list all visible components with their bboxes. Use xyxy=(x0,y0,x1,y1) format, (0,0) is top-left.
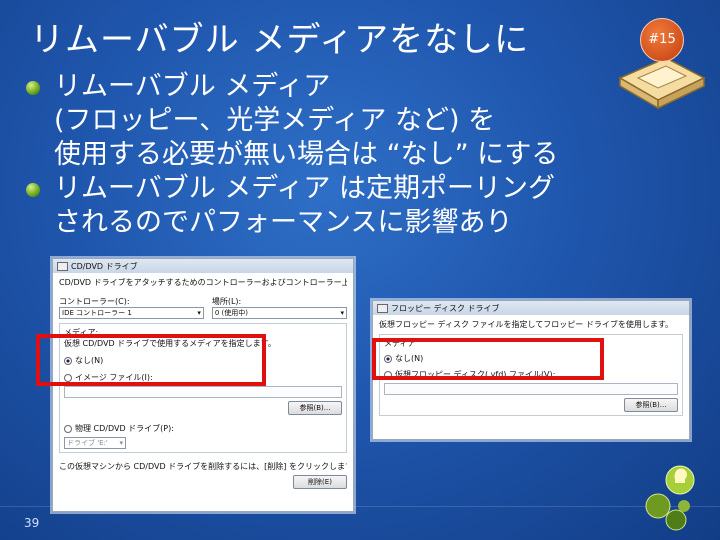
bullet-dot-icon xyxy=(26,183,40,197)
option-physical-radio[interactable]: 物理 CD/DVD ドライブ(P): xyxy=(64,423,342,434)
bullet-dot-icon xyxy=(26,81,40,95)
image-file-input[interactable] xyxy=(64,386,342,398)
slide-number-badge: #15 xyxy=(640,18,684,62)
dialog-titlebar: CD/DVD ドライブ xyxy=(53,259,353,273)
dialog-title: フロッピー ディスク ドライブ xyxy=(391,303,500,313)
bullet-line: リムーバブル メディア は定期ポーリング xyxy=(54,173,556,204)
browse-button[interactable]: 参照(B)... xyxy=(624,398,678,412)
vfd-file-input[interactable] xyxy=(384,383,678,395)
lightbulb-decoration-icon xyxy=(645,465,695,531)
physical-drive-select[interactable]: ドライブ 'E:' xyxy=(64,437,126,449)
floppy-icon xyxy=(377,303,388,313)
bullet-line: 使用する必要が無い場合は “なし” にする xyxy=(54,139,559,170)
radio-icon xyxy=(64,424,72,433)
controller-label: コントローラー(C): xyxy=(59,297,130,306)
bullet-item: リムーバブル メディア は定期ポーリング されるのでパフォーマンスに影響あり xyxy=(22,172,662,240)
highlight-box-floppy xyxy=(372,338,604,380)
controller-select[interactable]: IDE コントローラー 1 xyxy=(59,307,204,319)
footer-divider xyxy=(0,506,720,507)
dialog-titlebar: フロッピー ディスク ドライブ xyxy=(373,301,689,315)
bullet-line: (フロッピー、光学メディア など) を xyxy=(54,105,496,136)
remove-button[interactable]: 削除(E) xyxy=(293,475,347,489)
location-label: 場所(L): xyxy=(211,297,242,306)
highlight-box-cd xyxy=(36,334,266,386)
option-physical-label: 物理 CD/DVD ドライブ(P): xyxy=(75,424,174,433)
bullet-line: リムーバブル メディア xyxy=(54,71,331,102)
page-number: 39 xyxy=(24,516,40,530)
slide-title: リムーバブル メディアをなしに xyxy=(30,20,530,60)
location-select[interactable]: 0 (使用中) xyxy=(211,307,347,319)
browse-button[interactable]: 参照(B)... xyxy=(288,401,342,415)
dialog-description: 仮想フロッピー ディスク ファイルを指定してフロッピー ドライブを使用します。 xyxy=(379,320,674,329)
bullet-item: リムーバブル メディア (フロッピー、光学メディア など) を 使用する必要が無… xyxy=(22,70,662,172)
dialog-description: CD/DVD ドライブをアタッチするためのコントローラーおよびコントローラー上の… xyxy=(59,278,347,287)
bullet-line: されるのでパフォーマンスに影響あり xyxy=(54,207,513,238)
remove-description: この仮想マシンから CD/DVD ドライブを削除するには、[削除] をクリックし… xyxy=(59,462,347,471)
cd-drive-icon xyxy=(57,261,68,271)
dialog-title: CD/DVD ドライブ xyxy=(71,261,138,271)
bullet-list: リムーバブル メディア (フロッピー、光学メディア など) を 使用する必要が無… xyxy=(22,70,662,240)
